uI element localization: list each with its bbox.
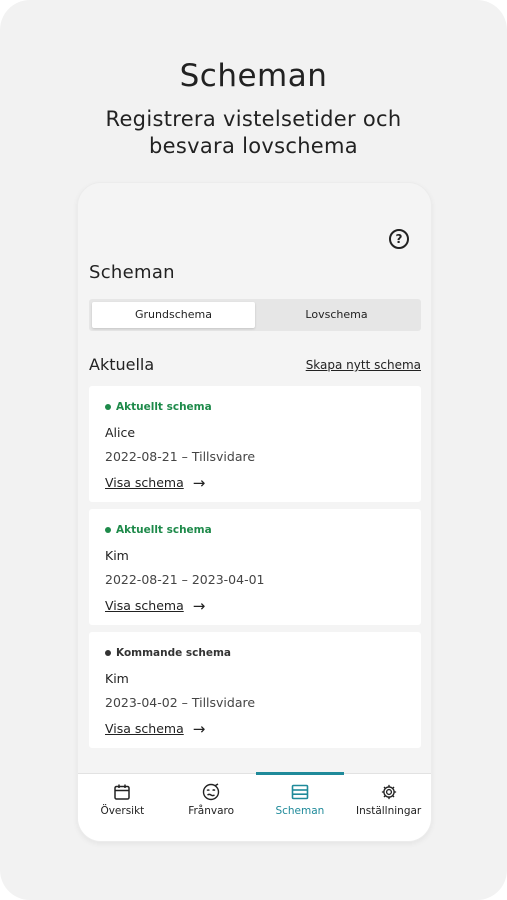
nav-item-oversikt[interactable]: Översikt <box>78 774 167 841</box>
child-name: Alice <box>105 425 136 440</box>
status-label: Aktuellt schema <box>116 524 212 536</box>
view-schedule-link[interactable]: Visa schema → <box>105 598 405 613</box>
schedule-dates: 2022-08-21 – Tillsvidare <box>105 449 256 464</box>
child-name: Kim <box>105 548 129 563</box>
status-badge: Kommande schema <box>105 646 405 660</box>
sick-face-icon <box>201 782 221 802</box>
view-schedule-link[interactable]: Visa schema → <box>105 475 405 490</box>
tab-grundschema[interactable]: Grundschema <box>92 302 255 328</box>
status-label: Kommande schema <box>116 647 231 659</box>
nav-label: Översikt <box>100 805 145 817</box>
arrow-right-icon: → <box>192 596 206 615</box>
schedule-card: Kommande schema Kim 2023-04-02 – Tillsvi… <box>89 632 421 748</box>
create-schedule-link[interactable]: Skapa nytt schema <box>306 358 421 372</box>
tab-lovschema[interactable]: Lovschema <box>255 302 418 328</box>
promo-subtitle-line-2: besvara lovschema <box>149 134 358 158</box>
arrow-right-icon: → <box>192 719 206 738</box>
schedule-card: Aktuellt schema Alice 2022-08-21 – Tills… <box>89 386 421 502</box>
schedule-type-toggle: Grundschema Lovschema <box>89 299 421 331</box>
status-dot <box>105 527 111 533</box>
view-schedule-link[interactable]: Visa schema → <box>105 721 405 736</box>
schedule-dates: 2022-08-21 – 2023-04-01 <box>105 572 265 587</box>
help-circle-icon[interactable]: ? <box>389 229 409 249</box>
view-schedule-label[interactable]: Visa schema <box>105 598 184 613</box>
nav-item-scheman[interactable]: Scheman <box>255 772 345 841</box>
arrow-right-icon: → <box>192 473 206 492</box>
status-dot <box>105 650 111 656</box>
schedule-dates: 2023-04-02 – Tillsvidare <box>105 695 256 710</box>
view-schedule-label[interactable]: Visa schema <box>105 475 184 490</box>
status-label: Aktuellt schema <box>116 401 212 413</box>
nav-label: Inställningar <box>355 805 422 817</box>
schedule-card: Aktuellt schema Kim 2022-08-21 – 2023-04… <box>89 509 421 625</box>
gear-icon <box>379 782 399 802</box>
nav-label: Frånvaro <box>188 805 235 817</box>
nav-item-franvaro[interactable]: Frånvaro <box>167 774 256 841</box>
phone-screen: ? Scheman Grundschema Lovschema Aktuella… <box>77 182 432 842</box>
status-badge: Aktuellt schema <box>105 523 405 537</box>
promo-subtitle-line-1: Registrera vistelsetider och <box>105 107 402 131</box>
promo-title: Scheman <box>179 58 328 94</box>
schedule-list-icon <box>290 782 310 802</box>
nav-item-installningar[interactable]: Inställningar <box>344 774 431 841</box>
promo-subtitle: Registrera vistelsetider och besvara lov… <box>0 106 507 160</box>
section-header: Aktuella Skapa nytt schema <box>89 355 421 377</box>
child-name: Kim <box>105 671 129 686</box>
section-title: Aktuella <box>89 355 155 374</box>
calendar-icon <box>112 782 132 802</box>
status-badge: Aktuellt schema <box>105 400 405 414</box>
page-title: Scheman <box>89 262 175 283</box>
status-dot <box>105 404 111 410</box>
view-schedule-label[interactable]: Visa schema <box>105 721 184 736</box>
bottom-navigation: Översikt Frånvaro Scheman Inställningar <box>78 772 431 841</box>
nav-label: Scheman <box>275 805 325 817</box>
